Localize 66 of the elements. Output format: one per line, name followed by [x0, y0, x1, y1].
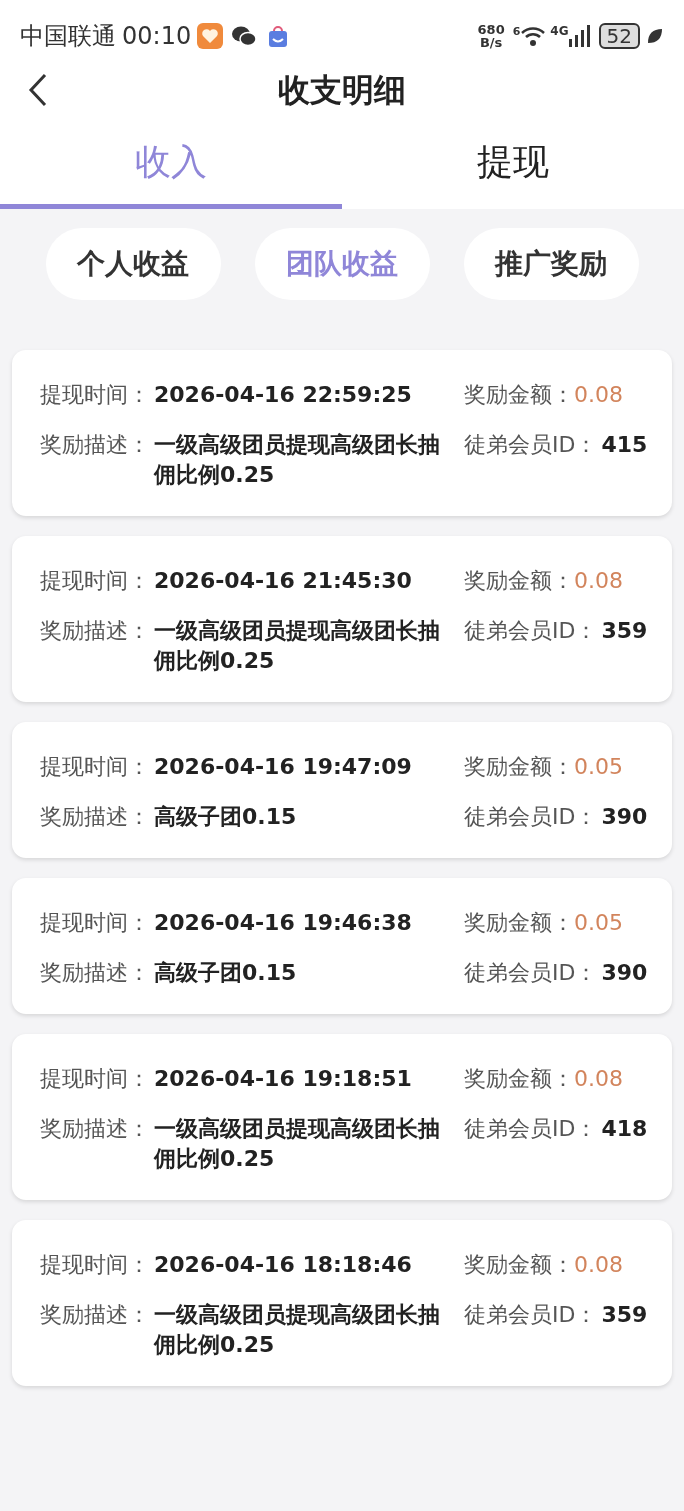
- wifi-generation-label: 6: [512, 24, 521, 40]
- carrier: 中国联通: [20, 21, 116, 52]
- page-title: 收支明细: [278, 70, 406, 111]
- field-label: 奖励描述：: [40, 1115, 151, 1143]
- amount-value: 0.08: [574, 1065, 623, 1093]
- member-id-value: 359: [601, 1301, 648, 1329]
- description-value: 一级高级团员提现高级团长抽佣比例0.25: [154, 617, 441, 675]
- field-label: 提现时间：: [40, 753, 151, 781]
- field-label: 提现时间：: [40, 909, 151, 937]
- description-value: 高级子团0.15: [154, 959, 298, 987]
- filter-chip[interactable]: 推广奖励: [463, 228, 639, 300]
- field-label: 徒弟会员ID：: [464, 1115, 598, 1143]
- member-id-value: 390: [601, 959, 648, 987]
- time-value: 2026-04-16 19:18:51: [154, 1065, 413, 1093]
- amount-value: 0.05: [574, 753, 623, 781]
- time-value: 2026-04-16 18:18:46: [154, 1251, 413, 1279]
- description-value: 一级高级团员提现高级团长抽佣比例0.25: [154, 1115, 441, 1173]
- tab[interactable]: 提现: [342, 130, 684, 209]
- field-label: 提现时间：: [40, 381, 151, 409]
- field-label: 徒弟会员ID：: [464, 1301, 598, 1329]
- amount-value: 0.08: [574, 381, 623, 409]
- description-value: 高级子团0.15: [154, 803, 298, 831]
- field-label: 奖励描述：: [40, 431, 151, 459]
- network-type: 4G: [550, 23, 569, 40]
- battery-level: 52: [598, 23, 640, 49]
- amount-value: 0.08: [574, 567, 623, 595]
- field-label: 奖励金额：: [464, 1251, 574, 1279]
- field-label: 奖励描述：: [40, 803, 151, 831]
- field-label: 奖励金额：: [464, 381, 574, 409]
- amount-value: 0.05: [574, 909, 623, 937]
- filter-chip[interactable]: 个人收益: [45, 228, 221, 300]
- member-id-value: 418: [601, 1115, 648, 1143]
- field-label: 奖励金额：: [464, 1065, 574, 1093]
- field-label: 提现时间：: [40, 1065, 151, 1093]
- field-label: 徒弟会员ID：: [464, 617, 598, 645]
- field-label: 奖励描述：: [40, 1301, 151, 1329]
- field-label: 徒弟会员ID：: [464, 431, 598, 459]
- field-label: 奖励描述：: [40, 617, 151, 645]
- field-label: 提现时间：: [40, 1251, 151, 1279]
- amount-value: 0.08: [574, 1251, 623, 1279]
- chat-icon: [231, 25, 258, 47]
- description-value: 一级高级团员提现高级团长抽佣比例0.25: [154, 1301, 441, 1359]
- field-label: 奖励金额：: [464, 909, 574, 937]
- speed-unit: B/s: [479, 36, 503, 49]
- member-id-value: 390: [601, 803, 648, 831]
- leaf-icon: [646, 27, 664, 45]
- time-value: 2026-04-16 22:59:25: [154, 381, 413, 409]
- time-value: 2026-04-16 19:46:38: [154, 909, 413, 937]
- wifi-icon: [520, 25, 547, 47]
- back-icon[interactable]: [28, 73, 48, 107]
- signal-icon: [568, 25, 591, 47]
- heart-app-icon: [197, 23, 224, 49]
- field-label: 徒弟会员ID：: [464, 803, 598, 831]
- field-label: 奖励金额：: [464, 567, 574, 595]
- field-label: 徒弟会员ID：: [464, 959, 598, 987]
- field-label: 奖励描述：: [40, 959, 151, 987]
- member-id-value: 415: [601, 431, 648, 459]
- member-id-value: 359: [601, 617, 648, 645]
- time-value: 2026-04-16 21:45:30: [154, 567, 413, 595]
- description-value: 一级高级团员提现高级团长抽佣比例0.25: [154, 431, 441, 489]
- time-value: 2026-04-16 19:47:09: [154, 753, 413, 781]
- field-label: 奖励金额：: [464, 753, 574, 781]
- shopping-bag-icon: [267, 24, 290, 48]
- network-speed: 680: [477, 23, 505, 36]
- field-label: 提现时间：: [40, 567, 151, 595]
- clock: 00:10: [122, 21, 192, 52]
